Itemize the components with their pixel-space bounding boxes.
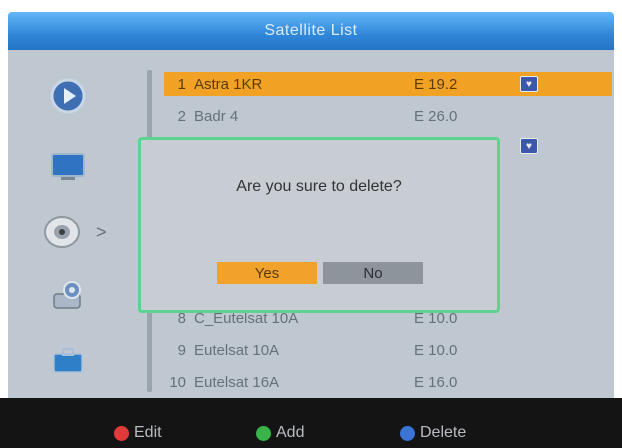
satellite-name: Astra 1KR xyxy=(194,75,263,93)
satellite-list-screen: Satellite List > 1 Astra 1KR E 19.2 ♥ 2 … xyxy=(0,0,622,448)
page-title: Satellite List xyxy=(264,22,358,39)
add-legend[interactable]: Add xyxy=(256,424,304,442)
satellite-row-2[interactable]: 2 Badr 4 E 26.0 xyxy=(164,104,612,128)
red-button-icon xyxy=(114,425,129,441)
blue-button-icon xyxy=(400,425,415,441)
satellite-row-9[interactable]: 9 Eutelsat 10A E 10.0 xyxy=(164,338,612,362)
delete-label: Delete xyxy=(420,424,467,441)
dialog-message: Are you sure to delete? xyxy=(236,178,402,195)
satellite-name: Badr 4 xyxy=(194,107,239,125)
satellite-number: 10 xyxy=(169,373,186,391)
satellite-name: Eutelsat 16A xyxy=(194,373,280,391)
favorite-icon: ♥ xyxy=(520,76,538,92)
satellite-position: E 19.2 xyxy=(414,75,458,93)
favorite-icon: ♥ xyxy=(520,138,538,154)
satellite-name: Eutelsat 10A xyxy=(194,341,280,359)
edit-legend[interactable]: Edit xyxy=(114,424,162,442)
satellite-row-10[interactable]: 10 Eutelsat 16A E 16.0 xyxy=(164,370,612,394)
satellite-row-1[interactable]: 1 Astra 1KR E 19.2 xyxy=(164,72,612,96)
toolbox-icon[interactable] xyxy=(48,340,88,380)
settings-gear-icon[interactable] xyxy=(48,276,88,316)
delete-confirm-dialog: Are you sure to delete? Yes No xyxy=(138,137,500,313)
satellite-position: E 26.0 xyxy=(414,107,458,125)
no-button[interactable]: No xyxy=(323,262,423,284)
yes-button[interactable]: Yes xyxy=(217,262,317,284)
monitor-icon[interactable] xyxy=(48,146,88,186)
title-bar: Satellite List xyxy=(8,12,614,50)
delete-legend[interactable]: Delete xyxy=(400,424,466,442)
edit-label: Edit xyxy=(134,424,162,441)
satellite-number: 2 xyxy=(177,107,186,125)
selected-arrow-icon: > xyxy=(96,222,107,242)
bottom-bar xyxy=(0,398,622,448)
satellite-position: E 10.0 xyxy=(414,341,458,359)
satellite-dish-icon[interactable] xyxy=(42,212,92,252)
satellite-number: 1 xyxy=(177,75,186,93)
green-button-icon xyxy=(256,425,271,441)
play-icon[interactable] xyxy=(48,76,88,116)
satellite-position: E 16.0 xyxy=(414,373,458,391)
add-label: Add xyxy=(276,424,305,441)
satellite-number: 9 xyxy=(177,341,186,359)
